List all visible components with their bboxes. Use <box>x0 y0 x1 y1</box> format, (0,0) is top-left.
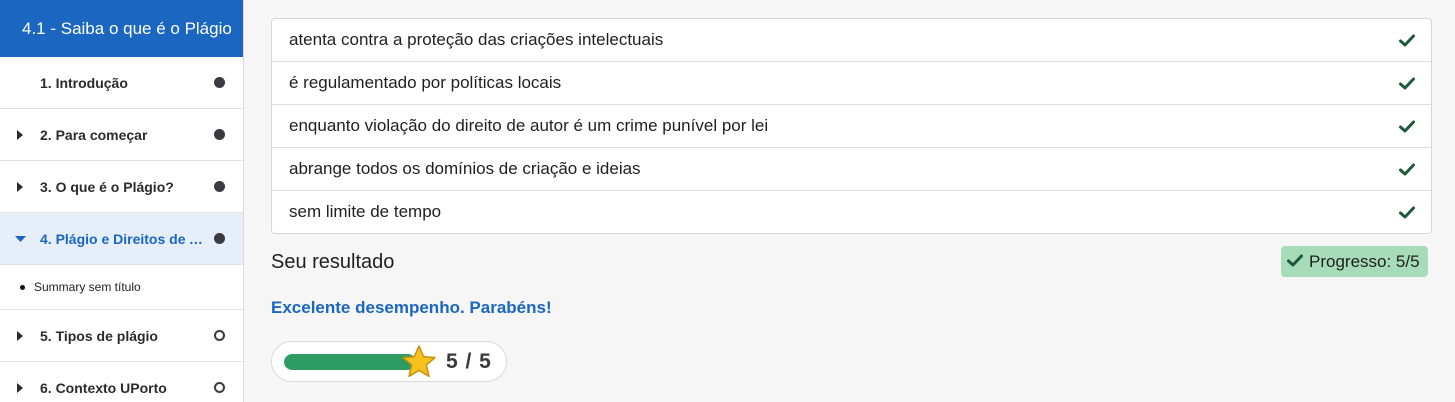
caret-right-icon[interactable] <box>0 382 40 393</box>
answer-row: atenta contra a proteção das criações in… <box>272 19 1431 62</box>
sidebar-item-o-que-e-plagio[interactable]: 3. O que é o Plágio? <box>0 161 243 213</box>
score-bar-track <box>284 354 416 370</box>
answer-text: abrange todos os domínios de criação e i… <box>289 159 641 178</box>
progress-label: Progresso: 5/5 <box>1309 251 1420 271</box>
sidebar-item-label: 1. Introdução <box>40 74 128 91</box>
score-widget: 5 / 5 <box>271 341 507 382</box>
status-dot-icon <box>214 77 225 88</box>
sidebar-item-label: 6. Contexto UPorto <box>40 379 167 396</box>
sidebar: 4.1 - Saiba o que é o Plágio 1. Introduç… <box>0 0 244 402</box>
sidebar-item-plagio-direitos[interactable]: 4. Plágio e Direitos de Autor <box>0 213 243 265</box>
answer-text: sem limite de tempo <box>289 202 442 221</box>
answer-text: atenta contra a proteção das criações in… <box>289 30 664 49</box>
feedback-message: Excelente desempenho. Parabéns! <box>271 298 552 317</box>
caret-down-icon[interactable] <box>0 235 40 243</box>
caret-right-icon[interactable] <box>0 181 40 192</box>
status-dot-icon <box>214 129 225 140</box>
sidebar-subitem-label: Summary sem título <box>34 280 141 294</box>
app-root: 4.1 - Saiba o que é o Plágio 1. Introduç… <box>0 0 1455 402</box>
check-icon <box>1399 77 1415 90</box>
answer-row: sem limite de tempo <box>272 191 1431 233</box>
answer-text: enquanto violação do direito de autor é … <box>289 116 769 135</box>
status-circle-icon <box>214 382 225 393</box>
status-circle-icon <box>214 330 225 341</box>
check-icon <box>1399 163 1415 176</box>
sidebar-item-label: 3. O que é o Plágio? <box>40 178 174 195</box>
check-icon <box>1287 252 1303 272</box>
answer-text: é regulamentado por políticas locais <box>289 73 562 92</box>
sidebar-item-label: 2. Para começar <box>40 126 148 143</box>
sidebar-item-introducao[interactable]: 1. Introdução <box>0 57 243 109</box>
sidebar-title[interactable]: 4.1 - Saiba o que é o Plágio <box>0 0 243 57</box>
check-icon <box>1399 120 1415 133</box>
answer-list: atenta contra a proteção das criações in… <box>271 18 1432 234</box>
sidebar-item-label: 5. Tipos de plágio <box>40 327 158 344</box>
answer-row: é regulamentado por políticas locais <box>272 62 1431 105</box>
score-bar-fill <box>284 354 416 370</box>
answer-row: abrange todos os domínios de criação e i… <box>272 148 1431 191</box>
answer-row: enquanto violação do direito de autor é … <box>272 105 1431 148</box>
caret-right-icon[interactable] <box>0 129 40 140</box>
sidebar-item-para-comecar[interactable]: 2. Para começar <box>0 109 243 161</box>
sidebar-subitem-summary[interactable]: Summary sem título <box>0 265 243 310</box>
sidebar-item-tipos-plagio[interactable]: 5. Tipos de plágio <box>0 310 243 362</box>
bullet-icon <box>20 284 25 290</box>
star-icon <box>401 344 437 385</box>
sidebar-item-contexto-uporto[interactable]: 6. Contexto UPorto <box>0 362 243 402</box>
result-title: Seu resultado <box>271 251 395 273</box>
status-dot-icon <box>214 181 225 192</box>
check-icon <box>1399 34 1415 47</box>
sidebar-item-label: 4. Plágio e Direitos de Autor <box>40 230 214 247</box>
progress-badge: Progresso: 5/5 <box>1281 246 1428 277</box>
score-text: 5 / 5 <box>446 350 492 373</box>
check-icon <box>1399 206 1415 219</box>
caret-right-icon[interactable] <box>0 330 40 341</box>
status-dot-icon <box>214 233 225 244</box>
main-content: atenta contra a proteção das criações in… <box>244 0 1455 402</box>
